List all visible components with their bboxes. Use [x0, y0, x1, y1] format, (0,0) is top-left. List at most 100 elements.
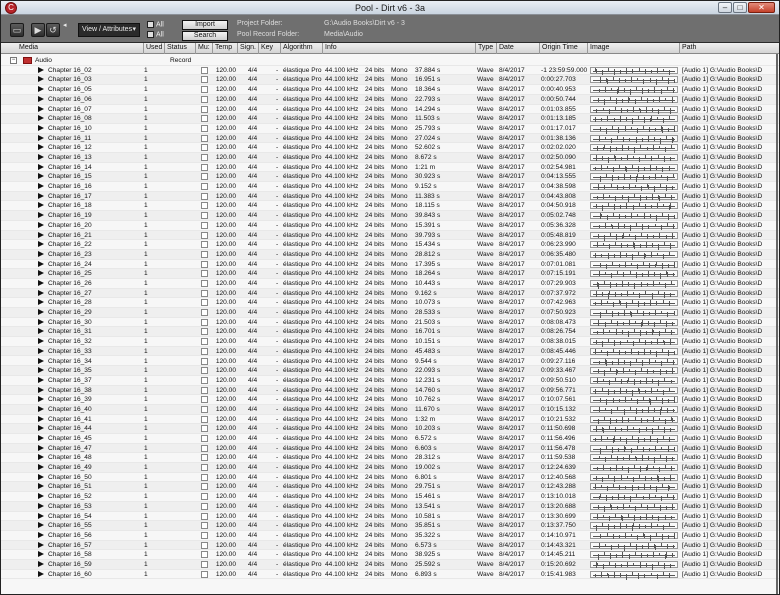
play-triangle-icon[interactable]	[38, 163, 44, 170]
mute-checkbox[interactable]	[201, 347, 208, 355]
play-triangle-icon[interactable]	[38, 328, 44, 335]
mute-checkbox[interactable]	[201, 425, 208, 433]
play-triangle-icon[interactable]	[38, 76, 44, 83]
play-triangle-icon[interactable]	[38, 115, 44, 122]
mute-checkbox[interactable]	[201, 289, 208, 297]
mute-checkbox[interactable]	[201, 309, 208, 317]
table-row[interactable]: Chapter 16_02 1 120.00 4/4 - élastique Pro 44.…	[1, 66, 779, 76]
table-row[interactable]: Chapter 16_47 1 120.00 4/4 - élastique Pro 44.…	[1, 443, 779, 454]
play-triangle-icon[interactable]	[38, 173, 44, 180]
play-triangle-icon[interactable]	[38, 134, 44, 141]
table-row[interactable]: Chapter 16_11 1 120.00 4/4 - élastique Pro 44.…	[1, 133, 779, 144]
mute-checkbox[interactable]	[201, 115, 208, 123]
mute-checkbox[interactable]	[201, 86, 208, 94]
col-info[interactable]: Info	[323, 43, 476, 54]
mute-checkbox[interactable]	[201, 192, 208, 200]
play-triangle-icon[interactable]	[38, 309, 44, 316]
mute-checkbox[interactable]	[201, 202, 208, 210]
vertical-scrollbar[interactable]	[776, 54, 778, 594]
col-status[interactable]: Status	[165, 43, 196, 54]
table-row[interactable]: Chapter 16_32 1 120.00 4/4 - élastique Pro 44.…	[1, 337, 779, 348]
loop-icon[interactable]: ↺	[46, 23, 60, 37]
mute-checkbox[interactable]	[201, 512, 208, 520]
play-triangle-icon[interactable]	[38, 444, 44, 451]
mute-checkbox[interactable]	[201, 328, 208, 336]
play-triangle-icon[interactable]	[38, 270, 44, 277]
table-row[interactable]: Chapter 16_48 1 120.00 4/4 - élastique Pro 44.…	[1, 453, 779, 464]
table-row[interactable]: Chapter 16_26 1 120.00 4/4 - élastique Pro 44.…	[1, 279, 779, 289]
table-row[interactable]: Chapter 16_60 1 120.00 4/4 - élastique Pro 44.…	[1, 570, 779, 580]
mute-checkbox[interactable]	[201, 444, 208, 452]
close-button[interactable]: ✕	[748, 2, 775, 13]
mute-checkbox[interactable]	[201, 357, 208, 365]
table-row[interactable]: Chapter 16_22 1 120.00 4/4 - élastique Pro 44.…	[1, 240, 779, 251]
mute-checkbox[interactable]	[201, 415, 208, 423]
table-row[interactable]: Chapter 16_54 1 120.00 4/4 - élastique Pro 44.…	[1, 512, 779, 522]
search-button[interactable]: Search	[182, 31, 228, 41]
play-triangle-icon[interactable]	[38, 202, 44, 209]
play-triangle-icon[interactable]	[38, 144, 44, 151]
play-triangle-icon[interactable]	[38, 231, 44, 238]
table-row[interactable]: Chapter 16_49 1 120.00 4/4 - élastique Pro 44.…	[1, 463, 779, 474]
table-row[interactable]: Chapter 16_51 1 120.00 4/4 - élastique Pro 44.…	[1, 482, 779, 493]
mute-checkbox[interactable]	[201, 124, 208, 132]
minimize-button[interactable]: –	[718, 2, 732, 13]
table-row[interactable]: Chapter 16_29 1 120.00 4/4 - élastique Pro 44.…	[1, 308, 779, 319]
mute-checkbox[interactable]	[201, 163, 208, 171]
play-icon[interactable]: ▶	[31, 23, 45, 37]
mute-checkbox[interactable]	[201, 279, 208, 287]
col-algorithm[interactable]: Algorithm	[281, 43, 323, 54]
mute-checkbox[interactable]	[201, 154, 208, 161]
table-row[interactable]: Chapter 16_16 1 120.00 4/4 - élastique Pro 44.…	[1, 182, 779, 193]
volume-icon[interactable]: ◂	[63, 21, 67, 29]
folder-row-audio[interactable]: − Audio Record	[1, 56, 779, 66]
mute-checkbox[interactable]	[201, 531, 208, 539]
play-triangle-icon[interactable]	[38, 347, 44, 354]
table-row[interactable]: Chapter 16_38 1 120.00 4/4 - élastique Pro 44.…	[1, 385, 779, 396]
table-row[interactable]: Chapter 16_19 1 120.00 4/4 - élastique Pro 44.…	[1, 211, 779, 222]
table-row[interactable]: Chapter 16_12 1 120.00 4/4 - élastique Pro 44.…	[1, 143, 779, 154]
play-triangle-icon[interactable]	[38, 483, 44, 490]
play-triangle-icon[interactable]	[38, 522, 44, 529]
play-triangle-icon[interactable]	[38, 124, 44, 131]
table-row[interactable]: Chapter 16_34 1 120.00 4/4 - élastique Pro 44.…	[1, 357, 779, 367]
play-triangle-icon[interactable]	[38, 396, 44, 403]
import-button[interactable]: Import	[182, 20, 228, 30]
play-triangle-icon[interactable]	[38, 260, 44, 267]
mute-checkbox[interactable]	[201, 144, 208, 152]
col-date[interactable]: Date	[497, 43, 540, 54]
play-triangle-icon[interactable]	[38, 318, 44, 325]
play-triangle-icon[interactable]	[38, 473, 44, 480]
mute-checkbox[interactable]	[201, 464, 208, 472]
play-triangle-icon[interactable]	[38, 154, 44, 160]
mute-checkbox[interactable]	[201, 551, 208, 559]
play-triangle-icon[interactable]	[38, 560, 44, 567]
mute-checkbox[interactable]	[201, 105, 208, 113]
play-triangle-icon[interactable]	[38, 531, 44, 538]
table-row[interactable]: Chapter 16_53 1 120.00 4/4 - élastique Pro 44.…	[1, 501, 779, 512]
mute-checkbox[interactable]	[201, 338, 208, 346]
mute-checkbox[interactable]	[201, 473, 208, 481]
col-used[interactable]: Used	[144, 43, 165, 54]
table-row[interactable]: Chapter 16_05 1 120.00 4/4 - élastique Pro 44.…	[1, 85, 779, 96]
table-row[interactable]: Chapter 16_50 1 120.00 4/4 - élastique Pro 44.…	[1, 473, 779, 483]
play-triangle-icon[interactable]	[38, 357, 44, 364]
col-media[interactable]: Media	[1, 43, 144, 54]
col-origin-time[interactable]: Origin Time	[540, 43, 588, 54]
play-triangle-icon[interactable]	[38, 338, 44, 345]
table-row[interactable]: Chapter 16_30 1 120.00 4/4 - élastique Pro 44.…	[1, 318, 779, 328]
play-triangle-icon[interactable]	[38, 289, 44, 296]
table-row[interactable]: Chapter 16_03 1 120.00 4/4 - élastique Pro 44.…	[1, 75, 779, 86]
mute-checkbox[interactable]	[201, 250, 208, 258]
table-row[interactable]: Chapter 16_14 1 120.00 4/4 - élastique Pro 44.…	[1, 163, 779, 173]
mute-checkbox[interactable]	[201, 405, 208, 413]
table-row[interactable]: Chapter 16_35 1 120.00 4/4 - élastique Pro 44.…	[1, 366, 779, 377]
mute-checkbox[interactable]	[201, 134, 208, 142]
table-row[interactable]: Chapter 16_55 1 120.00 4/4 - élastique Pro 44.…	[1, 521, 779, 532]
table-row[interactable]: Chapter 16_20 1 120.00 4/4 - élastique Pro 44.…	[1, 221, 779, 231]
play-triangle-icon[interactable]	[38, 250, 44, 257]
mute-checkbox[interactable]	[201, 221, 208, 229]
table-row[interactable]: Chapter 16_41 1 120.00 4/4 - élastique Pro 44.…	[1, 415, 779, 425]
table-row[interactable]: Chapter 16_57 1 120.00 4/4 - élastique Pro 44.…	[1, 540, 779, 551]
collapse-toggle-icon[interactable]: −	[10, 57, 17, 64]
